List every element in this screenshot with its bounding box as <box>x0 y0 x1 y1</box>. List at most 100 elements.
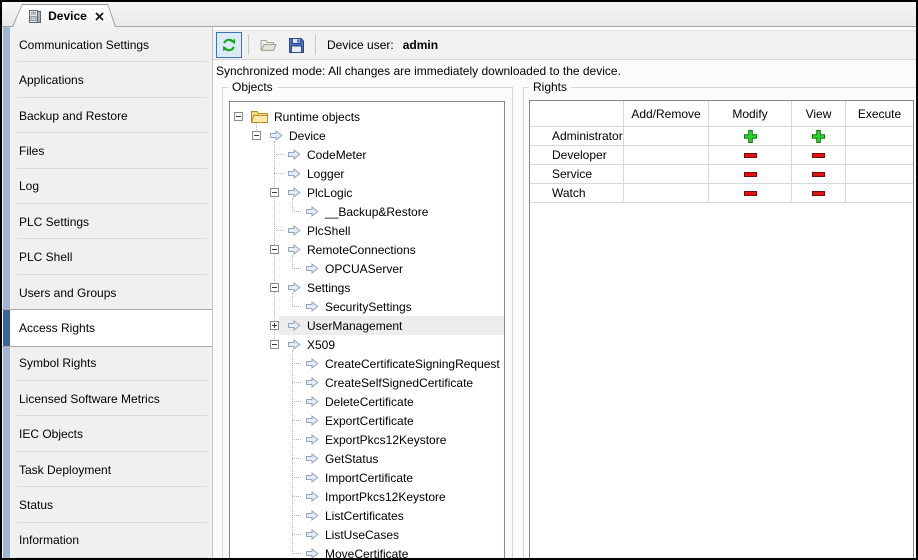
rights-cell-watch-modify[interactable] <box>709 184 792 203</box>
arrow-icon <box>305 433 319 446</box>
rights-row-label-text: Developer <box>552 148 607 162</box>
tree-expander-plus-icon[interactable] <box>270 321 279 330</box>
rights-col-header-modify: Modify <box>709 101 792 127</box>
rights-cell-service-modify[interactable] <box>709 165 792 184</box>
tree-item-settings[interactable]: Settings <box>230 278 504 297</box>
save-button[interactable] <box>283 32 309 58</box>
plus-icon <box>744 130 757 143</box>
sidebar-item-label: Backup and Restore <box>19 109 128 123</box>
panels: Objects Runtime objectsDeviceCodeMeterLo… <box>213 81 916 558</box>
rights-cell-developer-add-remove[interactable] <box>624 146 709 165</box>
tree-item-logger[interactable]: Logger <box>230 164 504 183</box>
tree-item-label: SecuritySettings <box>325 300 412 314</box>
sidebar-item-licensed-software-metrics[interactable]: Licensed Software Metrics <box>2 381 212 416</box>
sidebar-item-plc-shell[interactable]: PLC Shell <box>2 239 212 274</box>
tree-item-exportpkcs12keystore[interactable]: ExportPkcs12Keystore <box>230 430 504 449</box>
tree-item-listusecases[interactable]: ListUseCases <box>230 525 504 544</box>
arrow-icon <box>305 414 319 427</box>
rights-cell-administrator-view[interactable] <box>792 127 846 146</box>
minus-icon <box>812 153 825 158</box>
open-button[interactable] <box>255 32 281 58</box>
arrow-icon <box>287 319 301 332</box>
tree-item-opcuaserver[interactable]: OPCUAServer <box>230 259 504 278</box>
tree-expander-minus-icon[interactable] <box>252 131 261 140</box>
tree-item-deletecertificate[interactable]: DeleteCertificate <box>230 392 504 411</box>
tree-row-content: PlcLogic <box>279 183 504 202</box>
folder-icon <box>251 110 268 123</box>
tree-item-exportcertificate[interactable]: ExportCertificate <box>230 411 504 430</box>
sidebar-item-symbol-rights[interactable]: Symbol Rights <box>2 346 212 381</box>
arrow-icon <box>305 509 319 522</box>
sidebar-item-iec-objects[interactable]: IEC Objects <box>2 416 212 451</box>
sidebar-item-task-deployment[interactable]: Task Deployment <box>2 452 212 487</box>
sidebar-item-files[interactable]: Files <box>2 133 212 168</box>
rights-cell-service-add-remove[interactable] <box>624 165 709 184</box>
rights-cell-service-execute[interactable] <box>846 165 913 184</box>
rights-cell-administrator-modify[interactable] <box>709 127 792 146</box>
tree-expander-minus-icon[interactable] <box>234 112 243 121</box>
rights-table: Add/RemoveModifyViewExecuteAdministrator… <box>529 100 914 560</box>
sidebar-item-applications[interactable]: Applications <box>2 62 212 97</box>
toolbar-separator <box>248 35 249 55</box>
arrow-icon <box>287 148 301 161</box>
tree-row-content: ExportCertificate <box>297 411 504 430</box>
access-rights-page: Device user: admin Synchronized mode: Al… <box>213 27 916 558</box>
rights-col-header-execute: Execute <box>846 101 913 127</box>
tree-expander-minus-icon[interactable] <box>270 283 279 292</box>
tree-item-createselfsignedcertificate[interactable]: CreateSelfSignedCertificate <box>230 373 504 392</box>
sidebar-item-backup-and-restore[interactable]: Backup and Restore <box>2 98 212 133</box>
objects-tree: Runtime objectsDeviceCodeMeterLoggerPlcL… <box>229 101 505 560</box>
tree-expander-minus-icon[interactable] <box>270 340 279 349</box>
tree-item-device[interactable]: Device <box>230 126 504 145</box>
tree-row-content: RemoteConnections <box>279 240 504 259</box>
tree-row-content: MoveCertificate <box>297 544 504 560</box>
rights-cell-watch-add-remove[interactable] <box>624 184 709 203</box>
arrow-icon <box>287 186 301 199</box>
minus-icon <box>744 191 757 196</box>
tree-item-importcertificate[interactable]: ImportCertificate <box>230 468 504 487</box>
tree-item-remoteconnections[interactable]: RemoteConnections <box>230 240 504 259</box>
rights-cell-service-view[interactable] <box>792 165 846 184</box>
rights-cell-watch-view[interactable] <box>792 184 846 203</box>
rights-cell-watch-execute[interactable] <box>846 184 913 203</box>
sidebar-item-users-and-groups[interactable]: Users and Groups <box>2 275 212 310</box>
rights-cell-developer-execute[interactable] <box>846 146 913 165</box>
refresh-button[interactable] <box>216 32 242 58</box>
tree-item-getstatus[interactable]: GetStatus <box>230 449 504 468</box>
sidebar-item-information[interactable]: Information <box>2 523 212 558</box>
tree-item-movecertificate[interactable]: MoveCertificate <box>230 544 504 560</box>
tree-item-label: ListUseCases <box>325 528 399 542</box>
rights-cell-administrator-add-remove[interactable] <box>624 127 709 146</box>
tree-item-usermanagement[interactable]: UserManagement <box>230 316 504 335</box>
arrow-icon <box>305 262 319 275</box>
sidebar-item-communication-settings[interactable]: Communication Settings <box>2 27 212 62</box>
rights-cell-developer-view[interactable] <box>792 146 846 165</box>
tree-item-runtime-objects[interactable]: Runtime objects <box>230 107 504 126</box>
close-icon[interactable] <box>95 12 104 21</box>
tree-item-label: CreateSelfSignedCertificate <box>325 376 473 390</box>
tree-expander-minus-icon[interactable] <box>270 188 279 197</box>
objects-groupbox: Objects Runtime objectsDeviceCodeMeterLo… <box>222 87 513 558</box>
sidebar-item-access-rights[interactable]: Access Rights <box>2 310 212 345</box>
tree-expander-minus-icon[interactable] <box>270 245 279 254</box>
tree-item-backup-restore[interactable]: __Backup&Restore <box>230 202 504 221</box>
sync-message: Synchronized mode: All changes are immed… <box>213 60 916 81</box>
tab-device[interactable]: Device <box>12 4 116 27</box>
tree-item-plclogic[interactable]: PlcLogic <box>230 183 504 202</box>
tree-item-codemeter[interactable]: CodeMeter <box>230 145 504 164</box>
tab-device-inner: Device <box>13 5 115 27</box>
tree-item-securitysettings[interactable]: SecuritySettings <box>230 297 504 316</box>
tree-item-importpkcs12keystore[interactable]: ImportPkcs12Keystore <box>230 487 504 506</box>
rights-cell-developer-modify[interactable] <box>709 146 792 165</box>
tree-item-x509[interactable]: X509 <box>230 335 504 354</box>
sidebar-item-status[interactable]: Status <box>2 487 212 522</box>
rights-cell-administrator-execute[interactable] <box>846 127 913 146</box>
rights-col-header-view: View <box>792 101 846 127</box>
rights-corner-cell <box>530 101 624 127</box>
sidebar-item-plc-settings[interactable]: PLC Settings <box>2 204 212 239</box>
tree-item-createcertificatesigningrequest[interactable]: CreateCertificateSigningRequest <box>230 354 504 373</box>
tree-item-listcertificates[interactable]: ListCertificates <box>230 506 504 525</box>
tree-row-content: X509 <box>279 335 504 354</box>
tree-item-plcshell[interactable]: PlcShell <box>230 221 504 240</box>
sidebar-item-log[interactable]: Log <box>2 169 212 204</box>
